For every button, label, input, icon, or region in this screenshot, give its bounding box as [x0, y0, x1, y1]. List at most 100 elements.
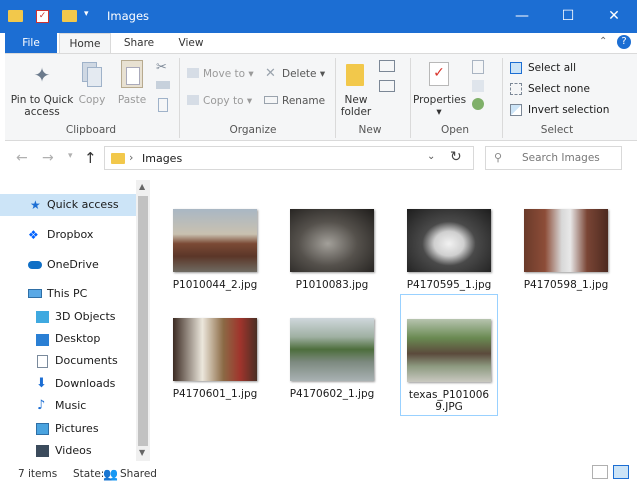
history-icon[interactable]	[472, 98, 484, 110]
invert-selection-button[interactable]: Invert selection	[528, 104, 609, 116]
up-button[interactable]: ↑	[84, 149, 97, 167]
address-bar[interactable]: › Images ⌄	[104, 146, 474, 170]
copy-to-button[interactable]: Copy to ▾	[203, 95, 252, 107]
minimize-button[interactable]: —	[499, 0, 545, 33]
close-button[interactable]: ✕	[591, 0, 637, 33]
easy-access-icon[interactable]	[379, 80, 395, 92]
refresh-icon[interactable]: ↻	[450, 149, 462, 165]
state-label: State:	[73, 468, 105, 480]
tab-file[interactable]: File	[5, 33, 57, 53]
sidebar-item-downloads[interactable]: ⬇ Downloads	[0, 373, 136, 395]
select-group-label: Select	[540, 124, 574, 136]
search-icon: ⚲	[494, 151, 503, 164]
sidebar-item-3d-objects[interactable]: 3D Objects	[0, 306, 136, 328]
cloud-icon	[28, 261, 42, 269]
maximize-button[interactable]: ☐	[545, 0, 591, 33]
copy-path-icon[interactable]	[156, 81, 170, 89]
move-to-button[interactable]: Move to ▾	[203, 68, 254, 80]
ribbon-separator	[335, 58, 336, 138]
sidebar-item-pictures[interactable]: Pictures	[0, 418, 136, 440]
download-icon: ⬇	[36, 376, 47, 391]
copy-icon	[82, 62, 102, 88]
breadcrumb-current[interactable]: Images	[142, 152, 182, 165]
sidebar-item-documents[interactable]: Documents	[0, 350, 136, 372]
file-thumbnail	[407, 319, 491, 382]
address-dropdown-icon[interactable]: ⌄	[427, 151, 435, 162]
file-name: P4170602_1.jpg	[289, 388, 375, 400]
state-value: Shared	[120, 468, 157, 480]
search-input[interactable]: Search Images	[522, 152, 600, 164]
properties-button[interactable]: Properties ▾	[413, 94, 466, 118]
file-item[interactable]: P4170598_1.jpg	[517, 209, 615, 291]
new-item-icon[interactable]	[379, 60, 395, 72]
sidebar-item-desktop[interactable]: Desktop	[0, 328, 136, 350]
file-name: P1010044_2.jpg	[172, 279, 258, 291]
tab-share[interactable]: Share	[114, 33, 164, 53]
open-icon[interactable]	[472, 60, 484, 74]
tab-view[interactable]: View	[166, 33, 216, 53]
properties-check-icon[interactable]: ✓	[36, 10, 49, 23]
file-item[interactable]: P4170602_1.jpg	[283, 318, 381, 400]
sidebar-item-quick-access[interactable]: ★ Quick access	[0, 194, 136, 216]
status-bar: 7 items State: 👥 Shared	[0, 461, 637, 491]
file-thumbnail	[290, 318, 374, 381]
shared-users-icon: 👥	[103, 467, 118, 481]
sidebar-item-music[interactable]: ♪ Music	[0, 395, 136, 417]
ribbon: ✦ Pin to Quick access Copy Paste ✂ Clipb…	[5, 53, 637, 141]
sidebar-item-this-pc[interactable]: This PC	[0, 283, 136, 305]
scroll-down-icon[interactable]: ▼	[139, 448, 145, 457]
select-none-button[interactable]: Select none	[528, 83, 590, 95]
cut-icon[interactable]: ✂	[156, 60, 167, 75]
help-icon[interactable]: ?	[617, 35, 631, 49]
title-bar: ✓ ▾ Images — ☐ ✕	[0, 0, 637, 33]
sidebar-scroll-thumb[interactable]	[138, 196, 148, 446]
new-folder-quick-icon[interactable]	[62, 10, 77, 22]
paste-button[interactable]: Paste	[114, 94, 150, 106]
pictures-icon	[36, 423, 49, 435]
star-icon: ★	[30, 198, 41, 212]
file-name: P4170595_1.jpg	[406, 279, 492, 291]
copy-to-icon	[187, 95, 199, 105]
computer-icon	[28, 289, 42, 298]
search-box[interactable]: ⚲ Search Images	[485, 146, 622, 170]
breadcrumb-chevron-icon[interactable]: ›	[129, 151, 133, 164]
file-item-selected[interactable]: texas_P1010069.JPG	[400, 294, 498, 416]
paste-shortcut-icon[interactable]	[158, 98, 168, 112]
navigation-pane: ★ Quick access ❖ Dropbox OneDrive This P…	[0, 176, 150, 461]
back-button[interactable]: ←	[16, 150, 28, 166]
customize-quick-access-icon[interactable]: ▾	[84, 9, 89, 19]
file-name: P4170601_1.jpg	[172, 388, 258, 400]
file-item[interactable]: P4170595_1.jpg	[400, 209, 498, 291]
new-folder-button[interactable]: New folder	[337, 94, 375, 118]
open-group-label: Open	[440, 124, 470, 136]
collapse-ribbon-icon[interactable]: ⌃	[599, 36, 607, 47]
select-all-icon	[510, 62, 522, 74]
sidebar-item-dropbox[interactable]: ❖ Dropbox	[0, 224, 136, 246]
tab-home[interactable]: Home	[59, 33, 111, 54]
file-item[interactable]: P1010044_2.jpg	[166, 209, 264, 291]
delete-button[interactable]: Delete ▾	[282, 68, 325, 80]
scroll-up-icon[interactable]: ▲	[139, 182, 145, 191]
ribbon-separator	[179, 58, 180, 138]
document-icon	[37, 355, 48, 368]
delete-icon: ✕	[265, 66, 276, 81]
sidebar-item-videos[interactable]: Videos	[0, 440, 136, 462]
recent-locations-icon[interactable]: ▾	[68, 151, 73, 161]
file-item[interactable]: P4170601_1.jpg	[166, 318, 264, 400]
large-icons-view-icon[interactable]	[613, 465, 629, 479]
pin-to-quick-access-button[interactable]: Pin to Quick access	[8, 94, 76, 118]
rename-button[interactable]: Rename	[282, 95, 325, 107]
pin-icon: ✦	[33, 63, 51, 87]
select-all-button[interactable]: Select all	[528, 62, 576, 74]
sidebar-item-onedrive[interactable]: OneDrive	[0, 254, 136, 276]
new-group-label: New	[358, 124, 382, 136]
file-item[interactable]: P1010083.jpg	[283, 209, 381, 291]
rename-icon	[264, 96, 278, 104]
move-to-icon	[187, 68, 199, 78]
copy-button[interactable]: Copy	[75, 94, 109, 106]
edit-icon[interactable]	[472, 80, 484, 92]
properties-icon: ✓	[429, 62, 449, 86]
forward-button[interactable]: →	[42, 150, 54, 166]
paste-icon	[121, 60, 143, 88]
details-view-icon[interactable]	[592, 465, 608, 479]
